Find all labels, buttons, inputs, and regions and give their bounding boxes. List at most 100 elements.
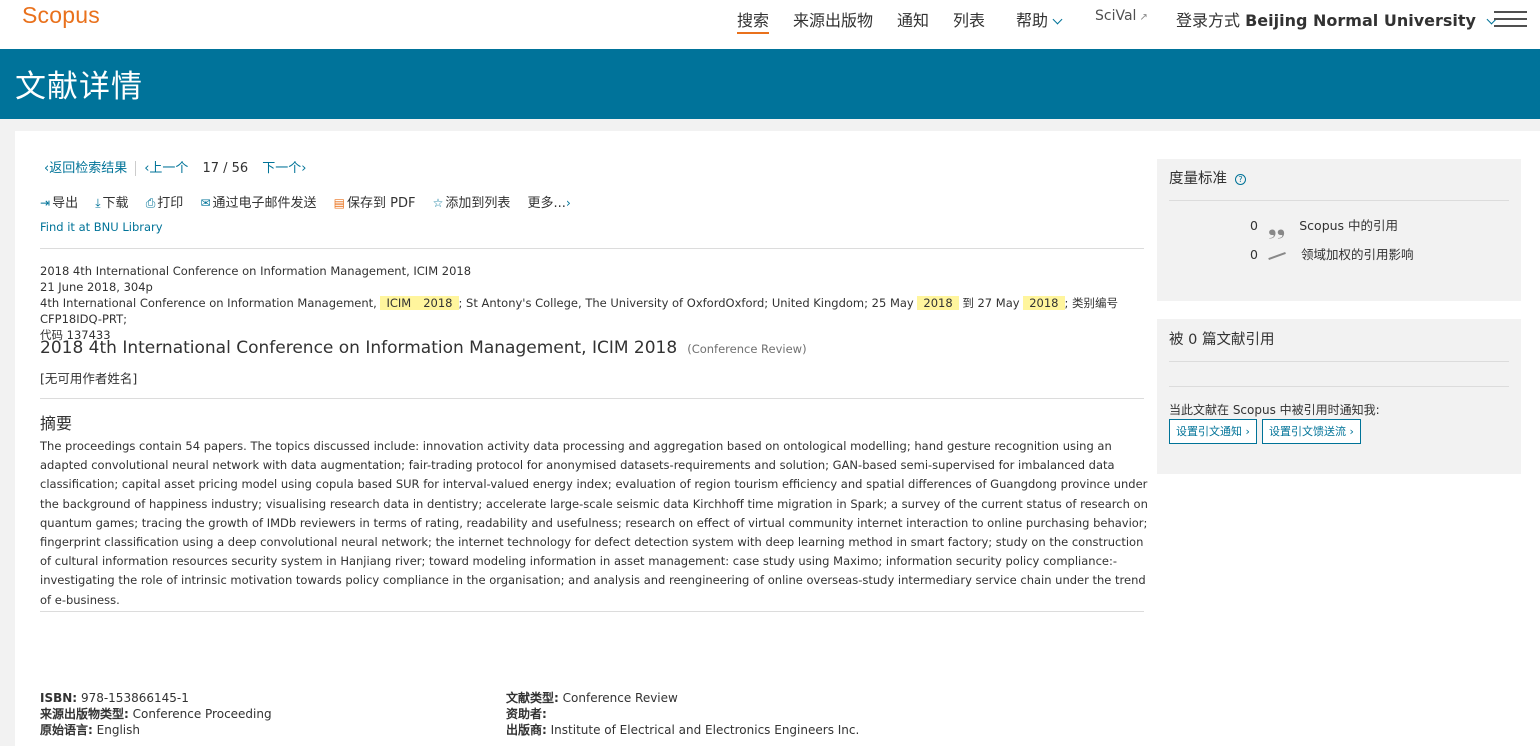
- page-banner: 文献详情: [0, 49, 1540, 119]
- gauge-icon: [1268, 249, 1288, 259]
- current-index: 17: [202, 161, 219, 176]
- source-title-line: 2018 4th International Conference on Inf…: [40, 264, 472, 278]
- nav-login[interactable]: 登录方式 Beijing Normal University: [1176, 7, 1497, 31]
- nav-scival[interactable]: SciVal ↗: [1095, 8, 1148, 24]
- nav-alerts[interactable]: 通知: [897, 7, 929, 31]
- export-button[interactable]: ⇥ 导出: [40, 192, 78, 211]
- nav-lists[interactable]: 列表: [953, 7, 985, 31]
- citation-label: Scopus 中的引用: [1299, 218, 1399, 233]
- pdf-label: 保存到 PDF: [347, 196, 416, 211]
- document-toolbar: ⇥ 导出 ⤓ 下载 ⎙ 打印 ✉ 通过电子邮件发送 ▤ 保存到 PDF ☆ 添加到列表 更多…: [40, 192, 586, 211]
- publisher-value: Institute of Electrical and Electronics …: [550, 723, 860, 737]
- more-button[interactable]: 更多...›: [528, 192, 573, 211]
- divider: [40, 248, 1144, 249]
- export-icon: ⇥: [40, 196, 51, 210]
- pdf-icon: ▤: [333, 196, 346, 210]
- back-to-results-link[interactable]: ‹返回检索结果: [44, 161, 127, 176]
- email-icon: ✉: [200, 196, 211, 210]
- divider: [1169, 200, 1509, 201]
- top-header: Scopus 搜索 来源出版物 通知 列表 帮助 SciVal ↗ 登录方式 Be…: [0, 0, 1540, 49]
- page-title: 文献详情: [15, 69, 143, 105]
- fwci-value: 0: [1250, 247, 1258, 262]
- metrics-heading: 度量标准?: [1169, 167, 1246, 188]
- details-left: ISBN: 978-153866145-1 来源出版物类型: Conferenc…: [40, 690, 272, 738]
- next-label: 下一个: [262, 161, 302, 176]
- language-value: English: [96, 723, 140, 737]
- more-label: 更多...: [527, 196, 566, 211]
- cited-by-panel: 被 0 篇文献引用 当此文献在 Scopus 中被引用时通知我: 设置引文通知 …: [1157, 319, 1521, 474]
- conference-info-line: 4th International Conference on Informat…: [40, 296, 1119, 326]
- document-type-row: 文献类型: Conference Review: [506, 691, 678, 705]
- abstract-heading: 摘要: [40, 414, 73, 433]
- next-link[interactable]: 下一个›: [262, 161, 306, 176]
- nav-help[interactable]: 帮助: [1016, 7, 1063, 31]
- divider: [1169, 361, 1509, 362]
- source-metadata: 2018 4th International Conference on Inf…: [40, 263, 1150, 343]
- result-counter: 17 / 56: [202, 161, 248, 176]
- result-navigation: ‹返回检索结果 ‹上一个 17 / 56 下一个›: [44, 157, 306, 176]
- email-button[interactable]: ✉ 通过电子邮件发送: [200, 192, 316, 211]
- download-label: 下载: [102, 196, 129, 211]
- print-icon: ⎙: [145, 196, 156, 210]
- chevron-right-icon: ›: [565, 196, 571, 210]
- print-label: 打印: [157, 196, 184, 211]
- add-to-list-button[interactable]: ☆ 添加到列表: [433, 192, 511, 211]
- save-pdf-button[interactable]: ▤ 保存到 PDF: [334, 192, 416, 211]
- document-type-tag: (Conference Review): [687, 342, 807, 356]
- document-title: 2018 4th International Conference on Inf…: [40, 338, 807, 358]
- metrics-panel: 度量标准? 0 ❟❟ Scopus 中的引用 0 领域加权的引用影响: [1157, 159, 1521, 301]
- download-icon: ⤓: [95, 196, 101, 210]
- nav-help-label: 帮助: [1016, 11, 1049, 30]
- divider: [40, 611, 1144, 612]
- total-count: 56: [231, 161, 249, 176]
- nav-search[interactable]: 搜索: [737, 7, 770, 34]
- previous-link[interactable]: ‹上一个: [144, 161, 188, 176]
- add-list-label: 添加到列表: [445, 196, 511, 211]
- back-label: 返回检索结果: [49, 161, 128, 176]
- previous-label: 上一个: [149, 161, 189, 176]
- details-right: 文献类型: Conference Review 资助者: 出版商: Instit…: [506, 690, 859, 738]
- document-title-text: 2018 4th International Conference on Inf…: [40, 338, 678, 358]
- divider: [40, 398, 1144, 399]
- source-date-line: 21 June 2018, 304p: [40, 280, 153, 294]
- star-icon: ☆: [432, 196, 444, 210]
- abstract-text: The proceedings contain 54 papers. The t…: [40, 439, 1148, 607]
- nav-sources[interactable]: 来源出版物: [793, 7, 873, 31]
- print-button[interactable]: ⎙ 打印: [146, 192, 184, 211]
- citation-alert-text: 当此文献在 Scopus 中被引用时通知我:: [1169, 403, 1380, 417]
- scopus-logo[interactable]: Scopus: [22, 2, 100, 29]
- email-label: 通过电子邮件发送: [212, 196, 317, 211]
- external-link-icon: ↗: [1139, 12, 1148, 23]
- highlight: 2018: [417, 296, 459, 310]
- source-type-value: Conference Proceeding: [132, 707, 272, 721]
- language-row: 原始语言: English: [40, 723, 140, 737]
- login-prefix: 登录方式: [1176, 11, 1241, 30]
- highlight: 2018: [1023, 296, 1065, 310]
- sponsor-row: 资助者:: [506, 707, 547, 721]
- source-type-row: 来源出版物类型: Conference Proceeding: [40, 707, 272, 721]
- author-list: [无可用作者姓名]: [40, 371, 138, 386]
- menu-icon[interactable]: [1494, 11, 1527, 27]
- divider: [135, 161, 137, 176]
- counter-slash: /: [223, 161, 228, 176]
- download-button[interactable]: ⤓ 下载: [95, 192, 128, 211]
- set-citation-feed-button[interactable]: 设置引文馈送流 ›: [1262, 419, 1361, 444]
- highlight: 2018: [917, 296, 959, 310]
- fwci-metric[interactable]: 0 领域加权的引用影响: [1250, 244, 1414, 263]
- divider: [1169, 386, 1509, 387]
- nav-scival-label: SciVal: [1095, 8, 1137, 24]
- quote-icon: ❟❟: [1268, 215, 1286, 240]
- highlight: ICIM: [380, 296, 418, 310]
- help-icon[interactable]: ?: [1235, 173, 1246, 185]
- document-type-value: Conference Review: [562, 691, 678, 705]
- institution-name: Beijing Normal University: [1245, 11, 1476, 30]
- citation-count-metric[interactable]: 0 ❟❟ Scopus 中的引用: [1250, 211, 1399, 240]
- find-it-link[interactable]: Find it at BNU Library: [40, 220, 163, 234]
- set-citation-alert-button[interactable]: 设置引文通知 ›: [1169, 419, 1257, 444]
- chevron-down-icon: [1052, 14, 1063, 25]
- isbn-value: 978-153866145-1: [80, 691, 189, 705]
- isbn-row: ISBN: 978-153866145-1: [40, 691, 189, 705]
- fwci-label: 领域加权的引用影响: [1301, 247, 1414, 262]
- export-label: 导出: [52, 196, 79, 211]
- publisher-row: 出版商: Institute of Electrical and Electro…: [506, 723, 860, 737]
